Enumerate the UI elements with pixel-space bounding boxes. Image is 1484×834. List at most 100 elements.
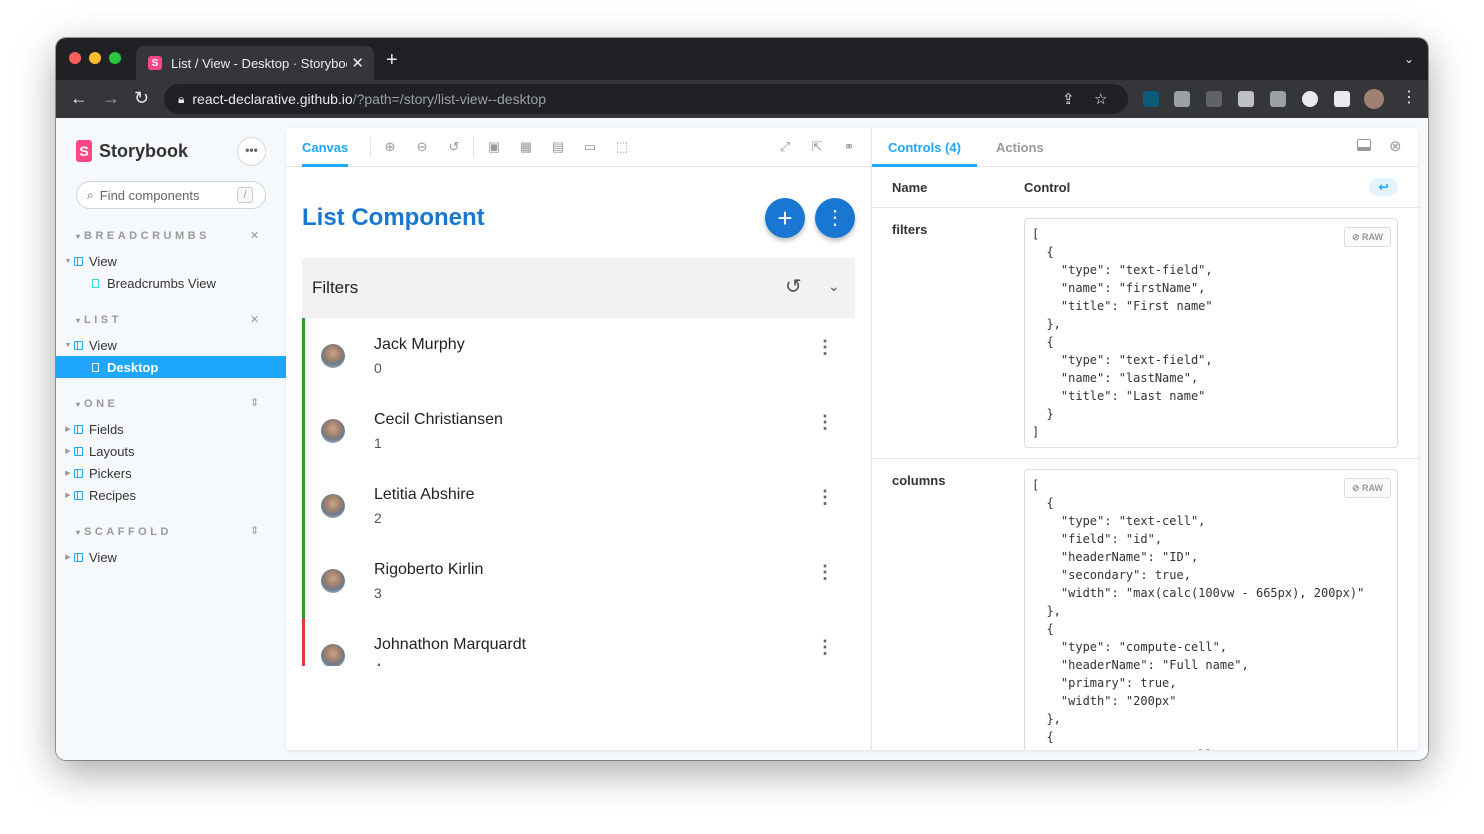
columns-json-value: [ { "type": "text-cell", "field": "id", … — [1032, 478, 1365, 750]
component-icon — [74, 340, 83, 350]
sidebar-item-layouts[interactable]: ▶ Layouts — [56, 440, 286, 462]
fullscreen-icon[interactable]: ⤢ — [778, 140, 792, 154]
zoom-out-icon[interactable]: ⊖ — [415, 140, 429, 154]
maximize-window-button[interactable] — [109, 52, 121, 64]
sidebar-item-scaffold-view[interactable]: ▶ View — [56, 546, 286, 568]
storybook-logo[interactable]: S Storybook — [76, 140, 188, 162]
row-menu-icon[interactable]: ⋮ — [816, 563, 834, 581]
row-menu-icon[interactable]: ⋮ — [816, 413, 834, 431]
sidebar-item-desktop[interactable]: Desktop — [56, 356, 286, 378]
raw-toggle-button[interactable]: ⊘ RAW — [1344, 227, 1391, 247]
lock-icon: 🔒︎ — [178, 91, 185, 106]
collapse-group-icon[interactable]: ✕ — [250, 229, 259, 242]
bookmark-star-icon[interactable]: ☆ — [1094, 90, 1107, 108]
caret-right-icon: ▶ — [65, 426, 71, 433]
copy-link-icon[interactable]: ⚭ — [842, 140, 856, 154]
viewport-icon[interactable]: ▤ — [551, 140, 565, 154]
extension-icon[interactable] — [1174, 91, 1190, 107]
sidebar-item-breadcrumbs-view-story[interactable]: Breadcrumbs View — [56, 272, 286, 294]
more-options-button[interactable]: ••• — [237, 137, 266, 166]
dark-mode-icon[interactable] — [1302, 91, 1318, 107]
eye-off-icon: ⊘ — [1351, 232, 1360, 242]
close-tab-icon[interactable]: ✕ — [351, 54, 364, 72]
list-item[interactable]: Letitia Abshire 2 ⋮ — [302, 468, 855, 543]
group-header-scaffold[interactable]: ▾ SCAFFOLD — [76, 526, 172, 538]
panel-position-icon[interactable] — [1357, 139, 1371, 151]
row-name: Johnathon Marquardt — [374, 636, 527, 653]
avatar — [321, 644, 345, 666]
group-header-one[interactable]: ▾ ONE — [76, 398, 118, 410]
add-button[interactable]: + — [765, 198, 805, 238]
outline-icon[interactable]: ⬚ — [615, 140, 629, 154]
addons-tabs: Controls (4) Actions ⊗ — [872, 128, 1418, 167]
page-title: List Component — [302, 204, 485, 231]
row-name: Letitia Abshire — [374, 486, 475, 503]
status-indicator — [302, 618, 305, 666]
component-icon — [74, 424, 83, 434]
background-icon[interactable]: ▣ — [487, 140, 501, 154]
zoom-in-icon[interactable]: ⊕ — [383, 140, 397, 154]
list-item[interactable]: Jack Murphy 0 ⋮ — [302, 318, 855, 393]
search-input[interactable]: ⌕ Find components / — [76, 181, 266, 209]
sidebar-item-pickers[interactable]: ▶ Pickers — [56, 462, 286, 484]
profile-avatar[interactable] — [1364, 89, 1384, 109]
tab-canvas[interactable]: Canvas — [302, 128, 349, 167]
caret-down-icon: ▾ — [76, 527, 81, 537]
expand-group-icon[interactable]: ⇕ — [250, 524, 259, 537]
tab-controls[interactable]: Controls (4) — [872, 128, 977, 167]
list-item[interactable]: Rigoberto Kirlin 3 ⋮ — [302, 543, 855, 618]
row-name: Cecil Christiansen — [374, 411, 503, 428]
zoom-reset-icon[interactable]: ↺ — [447, 140, 461, 154]
row-name: Rigoberto Kirlin — [374, 561, 484, 578]
list-item[interactable]: Johnathon Marquardt 4 ⋮ — [302, 618, 855, 666]
new-tab-button[interactable]: + — [386, 50, 398, 70]
sidebar-item-list-view[interactable]: ▼ View — [56, 334, 286, 356]
expand-group-icon[interactable]: ⇕ — [250, 396, 259, 409]
group-header-list[interactable]: ▾ LIST — [76, 314, 122, 326]
row-menu-icon[interactable]: ⋮ — [816, 338, 834, 356]
reset-controls-button[interactable]: ↩ — [1369, 178, 1398, 196]
reload-icon[interactable]: ↻ — [134, 88, 149, 108]
browser-menu-icon[interactable]: ⋮ — [1401, 88, 1417, 108]
more-actions-button[interactable]: ⋮ — [815, 198, 855, 238]
filters-json-editor[interactable]: [ { "type": "text-field", "name": "first… — [1024, 218, 1398, 448]
browser-tab[interactable]: S List / View - Desktop · Storybook ✕ — [136, 46, 374, 80]
raw-toggle-button[interactable]: ⊘ RAW — [1344, 478, 1391, 498]
measure-icon[interactable]: ▭ — [583, 140, 597, 154]
minimize-window-button[interactable] — [89, 52, 101, 64]
caret-down-icon: ▾ — [76, 399, 81, 409]
caret-down-icon: ▼ — [64, 257, 72, 265]
columns-json-editor[interactable]: [ { "type": "text-cell", "field": "id", … — [1024, 469, 1398, 750]
row-menu-icon[interactable]: ⋮ — [816, 638, 834, 656]
close-panel-icon[interactable]: ⊗ — [1389, 137, 1402, 155]
sidebar-item-fields[interactable]: ▶ Fields — [56, 418, 286, 440]
row-index: 4 — [374, 660, 382, 666]
collapse-group-icon[interactable]: ✕ — [250, 313, 259, 326]
row-menu-icon[interactable]: ⋮ — [816, 488, 834, 506]
extension-icon[interactable] — [1206, 91, 1222, 107]
close-window-button[interactable] — [69, 52, 81, 64]
row-name: Jack Murphy — [374, 336, 465, 353]
sidebar: S Storybook ••• ⌕ Find components / ▾ BRE… — [56, 118, 286, 760]
sidebar-item-breadcrumbs-view[interactable]: ▼ View — [56, 250, 286, 272]
react-devtools-icon[interactable] — [1143, 91, 1159, 107]
control-row-columns: columns [ { "type": "text-cell", "field"… — [872, 459, 1419, 750]
share-icon[interactable]: ⇪ — [1062, 90, 1075, 108]
group-header-breadcrumbs[interactable]: ▾ BREADCRUMBS — [76, 230, 210, 242]
filters-panel[interactable]: Filters ↺ ⌄ — [302, 258, 855, 318]
history-icon[interactable]: ↺ — [785, 276, 802, 298]
tab-actions[interactable]: Actions — [996, 128, 1044, 167]
open-new-tab-icon[interactable]: ⇱ — [810, 140, 824, 154]
extensions-puzzle-icon[interactable] — [1334, 91, 1350, 107]
vue-extension-icon[interactable] — [1238, 91, 1254, 107]
sidebar-item-recipes[interactable]: ▶ Recipes — [56, 484, 286, 506]
back-icon[interactable]: ← — [70, 88, 88, 108]
address-bar[interactable]: 🔒︎ react-declarative.github.io/?path=/st… — [164, 84, 1128, 114]
screenshot-icon[interactable] — [1270, 91, 1286, 107]
chevron-down-icon[interactable]: ⌄ — [828, 278, 840, 295]
forward-icon[interactable]: → — [102, 88, 120, 108]
tab-search-icon[interactable]: ⌄ — [1404, 52, 1414, 66]
grid-icon[interactable]: ▦ — [519, 140, 533, 154]
status-indicator — [302, 318, 305, 393]
list-item[interactable]: Cecil Christiansen 1 ⋮ — [302, 393, 855, 468]
